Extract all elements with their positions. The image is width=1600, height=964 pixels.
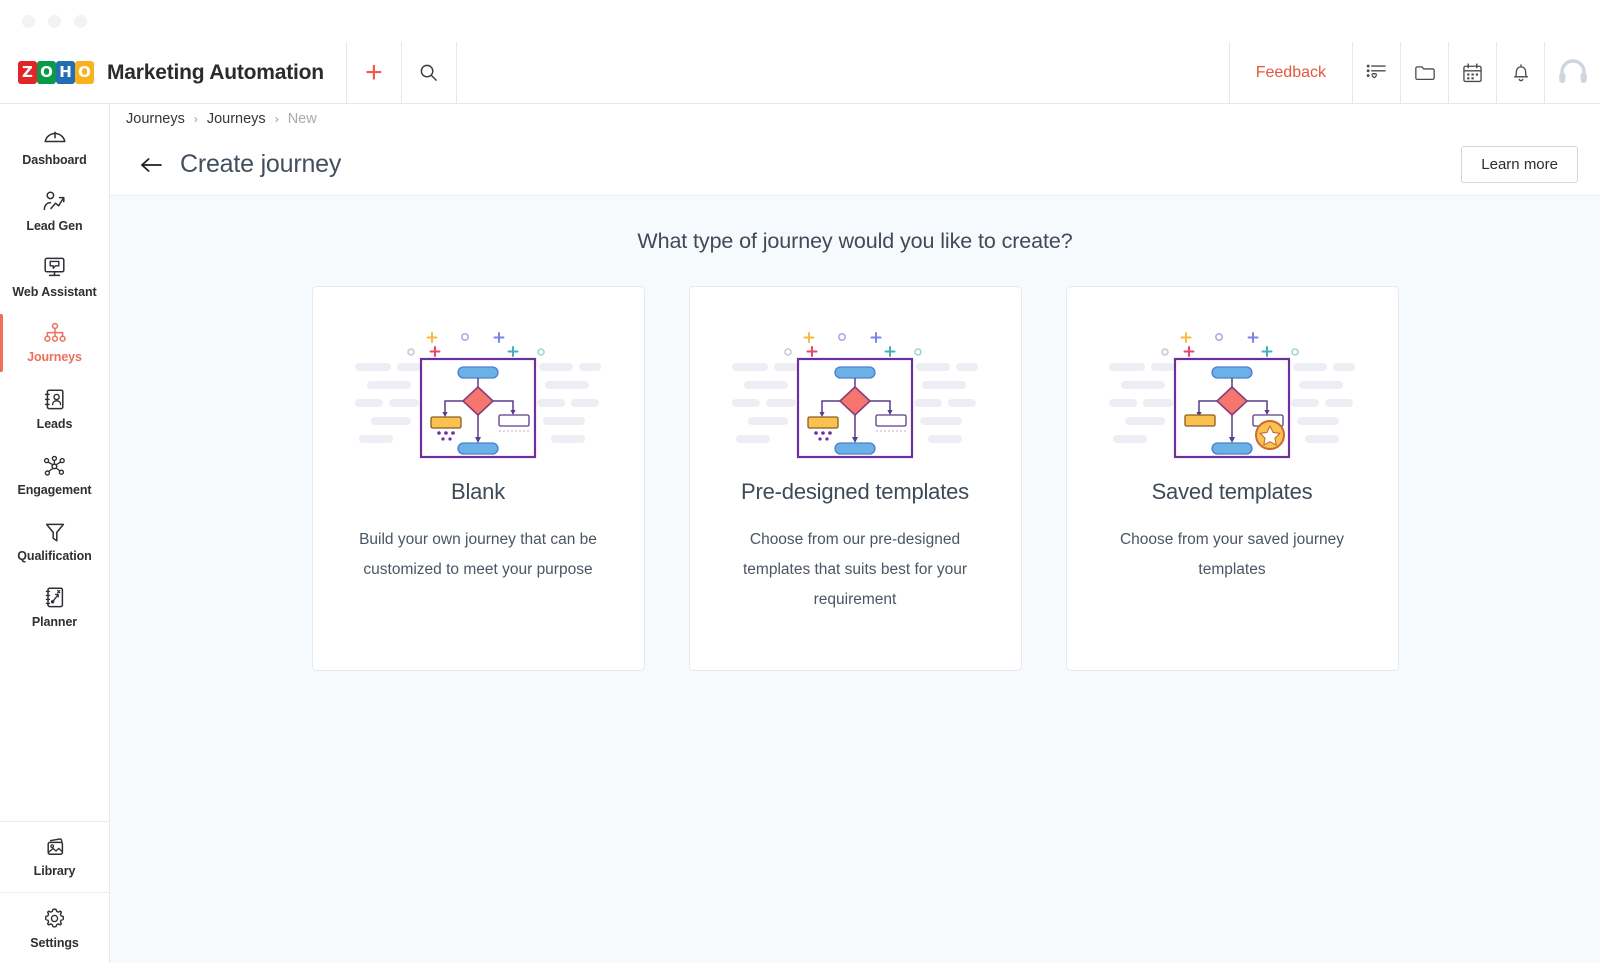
topbar-actions: Feedback bbox=[1229, 42, 1600, 104]
sidebar-item-web-assistant[interactable]: Web Assistant bbox=[0, 244, 109, 310]
images-icon bbox=[42, 836, 68, 859]
logo-letter-z: Z bbox=[18, 61, 37, 84]
card-blank[interactable]: Blank Build your own journey that can be… bbox=[312, 286, 645, 671]
sidebar-primary-nav: Dashboard Lead Gen Web Assista bbox=[0, 104, 109, 640]
sidebar: Dashboard Lead Gen Web Assista bbox=[0, 104, 110, 963]
speedometer-icon bbox=[42, 124, 68, 148]
search-button[interactable] bbox=[402, 42, 456, 104]
card-saved-templates[interactable]: Saved templates Choose from your saved j… bbox=[1066, 286, 1399, 671]
window-chrome bbox=[0, 0, 1600, 42]
list-heart-icon bbox=[1366, 63, 1387, 82]
arrow-left-icon bbox=[140, 157, 162, 173]
sidebar-item-dashboard[interactable]: Dashboard bbox=[0, 112, 109, 178]
divider bbox=[456, 42, 457, 104]
back-button[interactable] bbox=[136, 150, 166, 180]
sidebar-item-label: Engagement bbox=[17, 483, 91, 497]
calendar-icon bbox=[1462, 63, 1483, 83]
breadcrumb-separator: › bbox=[194, 112, 198, 126]
sidebar-secondary-nav: Library Settings bbox=[0, 821, 109, 963]
sidebar-item-label: Dashboard bbox=[22, 153, 86, 167]
sidebar-item-label: Leads bbox=[37, 417, 73, 431]
sidebar-item-label: Lead Gen bbox=[26, 219, 82, 233]
card-pre-designed-templates[interactable]: Pre-designed templates Choose from our p… bbox=[689, 286, 1022, 671]
breadcrumb: Journeys › Journeys › New bbox=[110, 104, 1600, 134]
bell-icon bbox=[1511, 62, 1531, 83]
breadcrumb-item-1[interactable]: Journeys bbox=[207, 111, 266, 127]
app-title: Marketing Automation bbox=[107, 61, 324, 85]
top-bar: Z O H O Marketing Automation + Feedback bbox=[0, 42, 1600, 104]
monitor-chat-icon bbox=[41, 255, 68, 280]
journey-flow-illustration bbox=[353, 321, 603, 461]
sidebar-item-label: Web Assistant bbox=[12, 285, 96, 299]
calendar-button[interactable] bbox=[1448, 42, 1496, 104]
sidebar-item-label: Planner bbox=[32, 615, 77, 629]
funnel-icon bbox=[43, 520, 67, 544]
person-growth-icon bbox=[41, 190, 68, 214]
folder-button[interactable] bbox=[1400, 42, 1448, 104]
breadcrumb-separator: › bbox=[275, 112, 279, 126]
breadcrumb-item-0[interactable]: Journeys bbox=[126, 111, 185, 127]
gear-icon bbox=[42, 906, 67, 931]
folder-icon bbox=[1414, 63, 1436, 82]
logo-letter-o1: O bbox=[37, 61, 56, 84]
learn-more-button[interactable]: Learn more bbox=[1461, 146, 1578, 183]
sidebar-item-label: Library bbox=[34, 864, 76, 878]
window-close-button[interactable] bbox=[22, 15, 35, 28]
zoho-logo: Z O H O bbox=[18, 61, 94, 84]
card-title: Saved templates bbox=[1152, 479, 1313, 505]
sidebar-item-journeys[interactable]: Journeys bbox=[0, 310, 109, 376]
sidebar-item-lead-gen[interactable]: Lead Gen bbox=[0, 178, 109, 244]
sidebar-item-library[interactable]: Library bbox=[0, 822, 109, 892]
main-content: Journeys › Journeys › New Create journey… bbox=[110, 104, 1600, 963]
card-description: Build your own journey that can be custo… bbox=[343, 525, 613, 585]
headset-avatar-icon bbox=[1556, 59, 1590, 87]
page-title: Create journey bbox=[180, 150, 341, 179]
canvas-question: What type of journey would you like to c… bbox=[637, 229, 1072, 254]
sidebar-item-label: Journeys bbox=[27, 350, 82, 364]
network-node-icon bbox=[41, 454, 68, 478]
page-header: Create journey Learn more bbox=[110, 134, 1600, 196]
card-title: Pre-designed templates bbox=[741, 479, 969, 505]
plus-icon: + bbox=[365, 58, 383, 88]
card-description: Choose from your saved journey templates bbox=[1097, 525, 1367, 585]
card-description: Choose from our pre-designed templates t… bbox=[720, 525, 990, 615]
sidebar-item-qualification[interactable]: Qualification bbox=[0, 508, 109, 574]
sidebar-item-label: Qualification bbox=[17, 549, 91, 563]
sidebar-item-label: Settings bbox=[30, 936, 79, 950]
logo-letter-h: H bbox=[56, 61, 75, 84]
sidebar-item-leads[interactable]: Leads bbox=[0, 376, 109, 442]
card-title: Blank bbox=[451, 479, 505, 505]
journey-type-canvas: What type of journey would you like to c… bbox=[110, 196, 1600, 963]
window-maximize-button[interactable] bbox=[74, 15, 87, 28]
sidebar-item-settings[interactable]: Settings bbox=[0, 893, 109, 963]
contact-card-icon bbox=[43, 387, 67, 412]
sidebar-item-planner[interactable]: Planner bbox=[0, 574, 109, 640]
journey-flow-illustration bbox=[730, 321, 980, 461]
list-heart-button[interactable] bbox=[1352, 42, 1400, 104]
star-badge-icon bbox=[1256, 421, 1284, 449]
brand: Z O H O Marketing Automation bbox=[0, 61, 324, 85]
window-minimize-button[interactable] bbox=[48, 15, 61, 28]
logo-letter-o2: O bbox=[75, 61, 94, 84]
notifications-button[interactable] bbox=[1496, 42, 1544, 104]
notebook-plan-icon bbox=[43, 585, 67, 610]
body: Dashboard Lead Gen Web Assista bbox=[0, 104, 1600, 963]
journey-type-cards: Blank Build your own journey that can be… bbox=[312, 286, 1399, 671]
add-button[interactable]: + bbox=[347, 42, 401, 104]
breadcrumb-item-2: New bbox=[288, 111, 317, 127]
search-icon bbox=[419, 63, 438, 82]
avatar[interactable] bbox=[1544, 42, 1600, 104]
feedback-button[interactable]: Feedback bbox=[1230, 42, 1352, 104]
sidebar-item-engagement[interactable]: Engagement bbox=[0, 442, 109, 508]
journey-flow-illustration-star bbox=[1107, 321, 1357, 461]
flow-tree-icon bbox=[42, 322, 68, 345]
